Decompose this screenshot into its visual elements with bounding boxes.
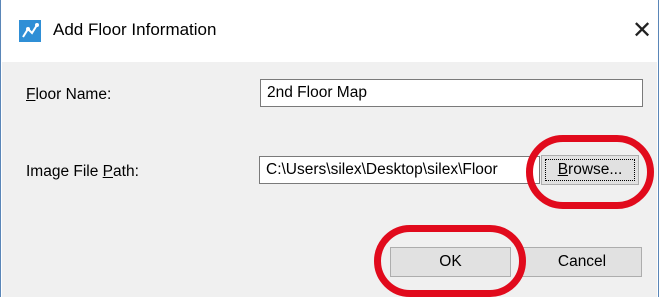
- close-icon[interactable]: ✕: [627, 14, 657, 46]
- ok-button[interactable]: OK: [390, 247, 511, 277]
- dialog-body: Floor Name: 2nd Floor Map Image File Pat…: [2, 62, 657, 297]
- window-title: Add Floor Information: [53, 20, 217, 39]
- image-path-label-mnemonic: P: [102, 163, 114, 180]
- image-path-label-rest: ath:: [113, 163, 139, 180]
- add-floor-dialog: Add Floor Information ✕ Floor Name: 2nd …: [0, 0, 659, 297]
- image-path-label-prefix: Image File: [26, 163, 103, 180]
- image-path-label: Image File Path:: [26, 163, 139, 181]
- floor-name-label: Floor Name:: [26, 86, 111, 104]
- focus-rect: [545, 159, 635, 181]
- floor-name-label-rest: loor Name:: [35, 86, 112, 103]
- image-path-input[interactable]: C:\Users\silex\Desktop\silex\Floor: [259, 156, 540, 184]
- app-icon: [19, 20, 41, 42]
- title-bar[interactable]: Add Floor Information ✕: [1, 0, 658, 62]
- floor-name-input[interactable]: 2nd Floor Map: [260, 79, 643, 107]
- browse-button[interactable]: Browse...: [541, 155, 639, 185]
- cancel-button[interactable]: Cancel: [522, 247, 642, 277]
